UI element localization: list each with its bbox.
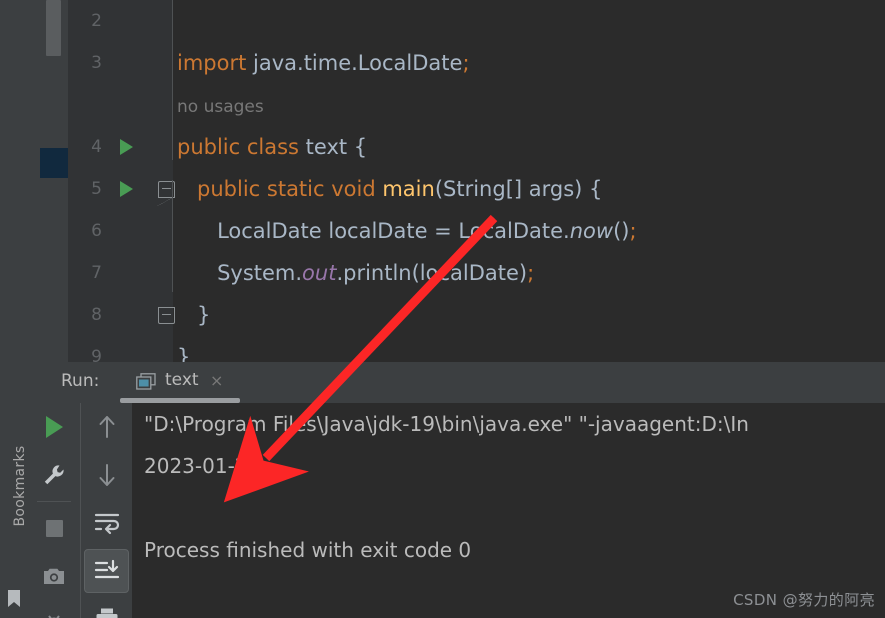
- gutter-run-marker-column: [112, 0, 140, 378]
- printer-icon: [96, 608, 117, 618]
- soft-wrap-button[interactable]: [81, 499, 132, 547]
- fold-slot: [155, 84, 177, 126]
- line-number: 3: [91, 53, 102, 73]
- gutter-slot: [112, 252, 140, 294]
- camera-icon: [44, 568, 64, 584]
- fold-region-line: [172, 180, 173, 292]
- bookmarks-label[interactable]: Bookmarks: [6, 438, 34, 534]
- console-line: "D:\Program Files\Java\jdk-19\bin\java.e…: [144, 412, 749, 436]
- line-number: 2: [91, 11, 102, 31]
- run-settings-button[interactable]: [28, 451, 80, 499]
- fold-slot: [155, 252, 177, 294]
- bookmarks-tool-strip[interactable]: Bookmarks: [0, 362, 28, 618]
- debug-button[interactable]: [28, 600, 80, 618]
- code-line[interactable]: }: [177, 294, 885, 336]
- code-line[interactable]: import java.time.LocalDate;: [177, 42, 885, 84]
- bug-icon: [48, 615, 60, 618]
- editor-scrollbar-thumb[interactable]: [46, 0, 61, 56]
- close-icon[interactable]: ×: [210, 371, 223, 390]
- run-tab-text[interactable]: text: [165, 370, 199, 390]
- code-line[interactable]: public static void main(String[] args) {: [177, 168, 885, 210]
- bookmark-flag-icon[interactable]: [7, 590, 21, 608]
- arrow-up-icon: [99, 416, 114, 438]
- line-number: 8: [91, 305, 102, 325]
- code-line[interactable]: [177, 0, 885, 42]
- gutter-slot: [112, 210, 140, 252]
- print-button[interactable]: [81, 595, 132, 618]
- run-class-icon[interactable]: [119, 139, 133, 155]
- console-line-exit-status: Process finished with exit code 0: [144, 538, 472, 562]
- stop-button[interactable]: [28, 504, 80, 552]
- code-line[interactable]: LocalDate localDate = LocalDate.now();: [177, 210, 885, 252]
- stop-square-icon: [45, 519, 63, 537]
- code-line[interactable]: System.out.println(localDate);: [177, 252, 885, 294]
- run-main-method-icon[interactable]: [119, 181, 133, 197]
- code-editor[interactable]: 2 3 4 5 6 7 8 9 import java.time.LocalDa…: [0, 0, 885, 369]
- caret-row-marker: [40, 148, 68, 178]
- run-console-output[interactable]: "D:\Program Files\Java\jdk-19\bin\java.e…: [132, 403, 885, 618]
- fold-slot: [155, 0, 177, 42]
- console-line-program-output: 2023-01-29: [144, 454, 261, 478]
- fold-end-icon[interactable]: [157, 306, 175, 324]
- gutter-slot: [112, 42, 140, 84]
- screenshot-button[interactable]: [28, 552, 80, 600]
- run-tool-window-header: Run: text ×: [28, 362, 885, 403]
- run-window-label: Run:: [61, 371, 100, 391]
- scroll-to-end-button[interactable]: [84, 549, 129, 593]
- line-number: 5: [91, 179, 102, 199]
- scroll-to-end-icon: [94, 559, 119, 579]
- fold-slot[interactable]: [155, 294, 177, 336]
- gutter-slot: [112, 84, 140, 126]
- fold-slot: [155, 210, 177, 252]
- fold-slot[interactable]: [155, 168, 177, 210]
- editor-gutter-divider: [172, 0, 173, 160]
- line-number-column: 2 3 4 5 6 7 8 9: [68, 0, 108, 378]
- gutter-slot: [112, 0, 140, 42]
- inlay-hint-no-usages: no usages: [177, 97, 264, 117]
- soft-wrap-icon: [94, 513, 119, 535]
- run-toolbar-secondary: [80, 403, 132, 618]
- down-stacktrace-button[interactable]: [81, 451, 132, 499]
- wrench-icon: [44, 465, 64, 485]
- fold-slot: [155, 126, 177, 168]
- code-line[interactable]: public class text {: [177, 126, 885, 168]
- csdn-watermark: CSDN @努力的阿亮: [733, 591, 875, 609]
- line-number-placeholder: [68, 84, 108, 126]
- gutter-slot[interactable]: [112, 168, 140, 210]
- line-number: 4: [91, 137, 102, 157]
- play-icon: [45, 416, 63, 438]
- up-stacktrace-button[interactable]: [81, 403, 132, 451]
- run-tool-window: Run: text × "D:\Program Files\Java\jdk-1…: [0, 362, 885, 618]
- code-text-area[interactable]: import java.time.LocalDate; no usages pu…: [177, 0, 885, 369]
- gutter-slot[interactable]: [112, 126, 140, 168]
- code-fold-column[interactable]: [155, 0, 177, 378]
- gutter-slot: [112, 294, 140, 336]
- toolbar-divider: [37, 501, 71, 502]
- editor-left-edge-strip: [0, 0, 40, 362]
- rerun-button[interactable]: [28, 403, 80, 451]
- run-toolbar-primary: [28, 403, 80, 618]
- console-window-icon: [136, 373, 156, 390]
- ide-window: 2 3 4 5 6 7 8 9 import java.time.LocalDa…: [0, 0, 885, 618]
- line-number: 6: [91, 221, 102, 241]
- line-number: 7: [91, 263, 102, 283]
- arrow-down-icon: [99, 464, 114, 486]
- fold-slot: [155, 42, 177, 84]
